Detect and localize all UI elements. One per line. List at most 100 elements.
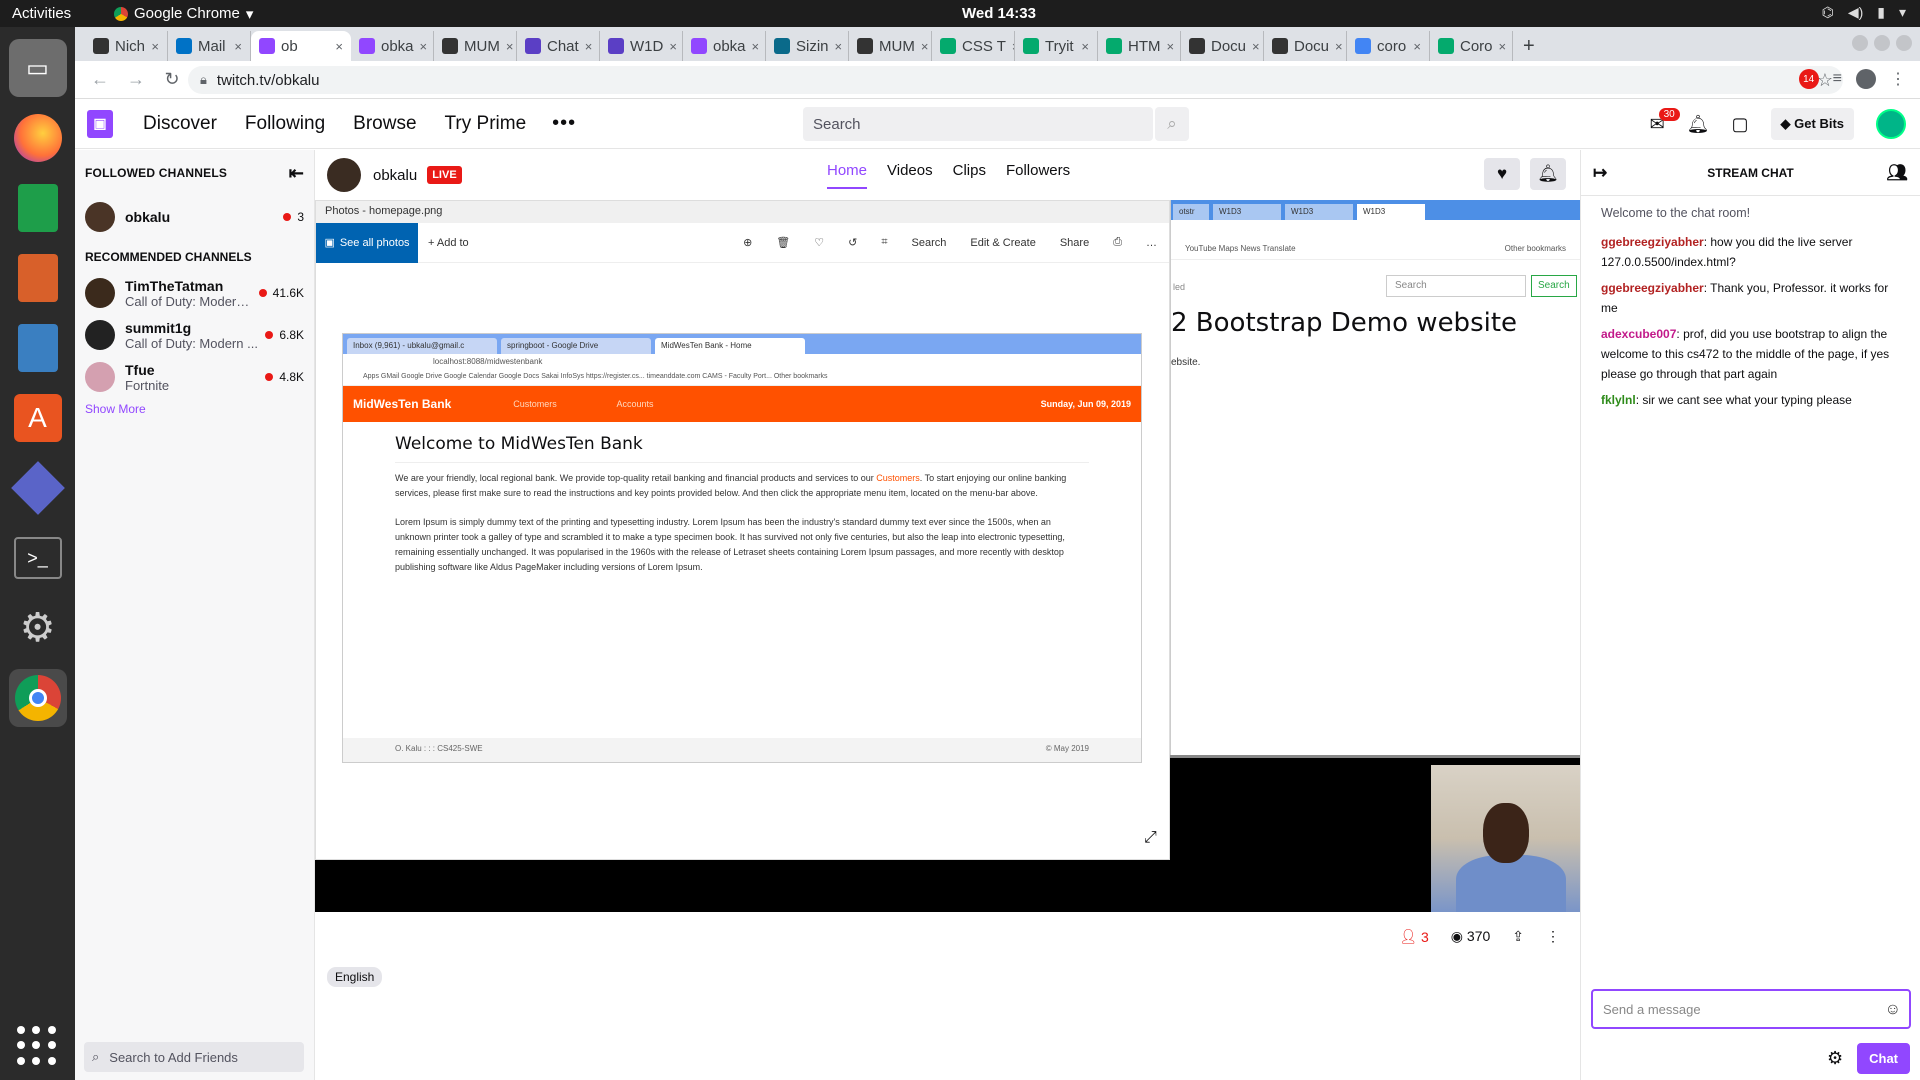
minimize-icon[interactable] xyxy=(1852,35,1868,51)
browser-tab[interactable]: Chat × xyxy=(517,31,600,61)
chat-username[interactable]: fklylnl xyxy=(1601,393,1636,407)
browser-tab[interactable]: HTM × xyxy=(1098,31,1181,61)
close-icon[interactable]: × xyxy=(835,39,843,54)
browser-tab[interactable]: obka × xyxy=(683,31,766,61)
notifications-bell-icon[interactable]: 🔔︎ xyxy=(1687,114,1710,135)
inbox-icon[interactable]: ✉ 30 xyxy=(1650,107,1680,135)
tab-followers[interactable]: Followers xyxy=(1006,162,1070,189)
nav-following[interactable]: Following xyxy=(245,113,325,135)
close-icon[interactable]: × xyxy=(1081,39,1089,54)
chat-username[interactable]: ggebreegziyabher xyxy=(1601,235,1704,249)
browser-tab[interactable]: Nich × xyxy=(85,31,168,61)
system-tray[interactable]: ⌬ ◀) ▮ ▾ xyxy=(1822,4,1906,21)
new-tab-icon[interactable]: + xyxy=(1513,31,1545,61)
tab-clips[interactable]: Clips xyxy=(953,162,986,189)
more-icon[interactable]: ••• xyxy=(552,112,576,135)
software-center-icon[interactable]: A xyxy=(9,389,67,447)
close-icon[interactable]: × xyxy=(234,39,242,54)
editor-icon[interactable] xyxy=(9,459,67,517)
chrome-icon[interactable] xyxy=(8,669,67,727)
browser-tab[interactable]: coro × xyxy=(1347,31,1430,61)
nav-browse[interactable]: Browse xyxy=(353,113,416,135)
browser-tab[interactable]: ob × xyxy=(251,31,351,61)
menu-icon[interactable]: ⋮ xyxy=(1890,69,1906,89)
tab-videos[interactable]: Videos xyxy=(887,162,933,189)
collapse-arrow-icon[interactable]: ⇤ xyxy=(289,163,304,184)
channel-avatar[interactable] xyxy=(327,158,361,192)
close-icon[interactable]: × xyxy=(585,39,593,54)
browser-tab[interactable]: MUM × xyxy=(849,31,932,61)
app-menu[interactable]: Google Chrome ▾ xyxy=(114,5,253,23)
nav-discover[interactable]: Discover xyxy=(143,113,217,135)
friends-search[interactable]: ⌕ Search to Add Friends xyxy=(84,1042,304,1072)
url-field[interactable]: 🔒︎ twitch.tv/obkalu ☆ xyxy=(188,66,1843,94)
browser-tab[interactable]: obka × xyxy=(351,31,434,61)
browser-tab[interactable]: Tryit × xyxy=(1015,31,1098,61)
close-icon[interactable]: × xyxy=(1335,39,1343,54)
presentation-icon[interactable] xyxy=(9,249,67,307)
whispers-icon[interactable]: ▢ xyxy=(1732,114,1749,135)
settings-icon[interactable]: ⚙ xyxy=(9,599,67,657)
share-icon[interactable]: ⇪ xyxy=(1512,928,1524,945)
chat-input[interactable]: Send a message ☺ xyxy=(1591,989,1911,1029)
close-icon[interactable]: × xyxy=(335,39,343,54)
more-icon[interactable]: ⋮ xyxy=(1546,928,1560,945)
reload-icon[interactable]: ↻ xyxy=(161,69,183,90)
search-icon[interactable]: ⌕ xyxy=(1155,107,1189,141)
browser-tab[interactable]: Docu × xyxy=(1181,31,1264,61)
search-input[interactable]: Search xyxy=(803,107,1153,141)
tab-home[interactable]: Home xyxy=(827,162,868,189)
activities-button[interactable]: Activities xyxy=(12,5,92,22)
browser-tab[interactable]: Mail × xyxy=(168,31,251,61)
forward-icon[interactable]: → xyxy=(125,69,147,90)
gear-icon[interactable]: ⚙ xyxy=(1827,1048,1843,1069)
chat-username[interactable]: ggebreegziyabher xyxy=(1601,281,1704,295)
browser-tab[interactable]: Sizin × xyxy=(766,31,849,61)
chat-send-button[interactable]: Chat xyxy=(1857,1043,1910,1074)
browser-tab[interactable]: W1D × xyxy=(600,31,683,61)
show-more-link[interactable]: Show More xyxy=(75,398,314,420)
language-tag[interactable]: English xyxy=(327,967,383,987)
back-icon[interactable]: ← xyxy=(89,69,111,90)
close-icon[interactable]: × xyxy=(1413,39,1421,54)
channel-row[interactable]: summit1g Call of Duty: Modern ... 6.8K xyxy=(75,314,314,356)
close-icon[interactable]: × xyxy=(1499,39,1507,54)
video-player[interactable]: Photos - homepage.png ▣ See all photos + … xyxy=(315,200,1580,912)
close-icon[interactable]: × xyxy=(1252,39,1260,54)
browser-tab[interactable]: Coro × xyxy=(1430,31,1513,61)
firefox-icon[interactable] xyxy=(9,109,67,167)
extension-badge-icon[interactable]: 14 xyxy=(1798,69,1819,89)
channel-name[interactable]: obkalu xyxy=(373,167,417,184)
files-icon[interactable]: ▭ xyxy=(8,39,67,97)
close-icon[interactable]: × xyxy=(151,39,159,54)
channel-row[interactable]: TimTheTatman Call of Duty: Modern... 41.6K xyxy=(75,272,314,314)
nav-try-prime[interactable]: Try Prime xyxy=(445,113,527,135)
emote-icon[interactable]: ☺ xyxy=(1885,1001,1901,1019)
maximize-icon[interactable] xyxy=(1874,35,1890,51)
collapse-chat-icon[interactable]: ↦ xyxy=(1593,163,1607,183)
close-icon[interactable]: × xyxy=(506,39,514,54)
get-bits-button[interactable]: ◆ Get Bits xyxy=(1770,108,1854,140)
media-control-icon[interactable]: ≡ xyxy=(1833,70,1842,88)
profile-icon[interactable] xyxy=(1856,69,1876,89)
user-avatar[interactable] xyxy=(1876,109,1906,139)
browser-tab[interactable]: Docu × xyxy=(1264,31,1347,61)
terminal-icon[interactable]: >_ xyxy=(9,529,67,587)
close-window-icon[interactable] xyxy=(1896,35,1912,51)
close-icon[interactable]: × xyxy=(420,39,428,54)
channel-row[interactable]: Tfue Fortnite 4.8K xyxy=(75,356,314,398)
close-icon[interactable]: × xyxy=(921,39,929,54)
show-applications-icon[interactable] xyxy=(17,1026,57,1066)
browser-tab[interactable]: MUM × xyxy=(434,31,517,61)
spreadsheet-icon[interactable] xyxy=(9,179,67,237)
twitch-logo-icon[interactable]: ▣ xyxy=(87,109,113,138)
heart-icon[interactable]: ♥ xyxy=(1484,158,1520,190)
close-icon[interactable]: × xyxy=(669,39,677,54)
users-icon[interactable]: 👥︎ xyxy=(1886,163,1908,183)
chat-username[interactable]: adexcube007 xyxy=(1601,327,1676,341)
document-viewer-icon[interactable] xyxy=(9,319,67,377)
browser-tab[interactable]: CSS T× xyxy=(932,31,1015,61)
close-icon[interactable]: × xyxy=(1167,39,1175,54)
channel-row[interactable]: obkalu 3 xyxy=(75,196,314,238)
clock[interactable]: Wed 14:33 xyxy=(962,5,1036,22)
